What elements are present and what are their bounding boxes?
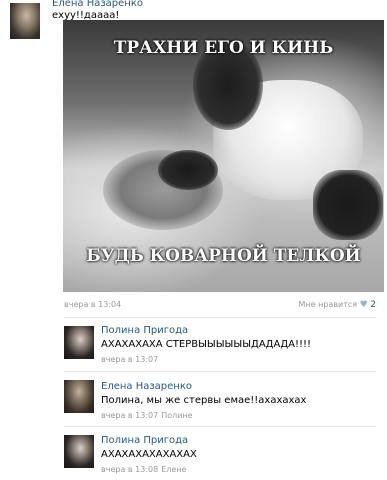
comment-date[interactable]: вчера в 13:07 — [101, 355, 158, 365]
like-button[interactable]: Мне нравится ♥ 2 — [299, 300, 377, 310]
comment-avatar[interactable] — [64, 435, 94, 468]
comment-date[interactable]: вчера в 13:08 Елене — [101, 465, 186, 475]
comment-date-text: вчера в 13:07 — [101, 355, 159, 364]
like-label: Мне нравится — [298, 300, 358, 309]
comment-avatar[interactable] — [64, 380, 94, 413]
comment-date-text: вчера в 13:08 — [101, 465, 159, 474]
image-caption-bottom: БУДЬ КОВАРНОЙ ТЕЛКОЙ — [86, 246, 361, 266]
post-footer: вчера в 13:04 Мне нравится ♥ 2 — [64, 300, 376, 312]
reply-to[interactable]: Полине — [161, 411, 192, 420]
comment-text: АХАХАХАХА СТЕРВЫЫЫЫЫЫДАДАДА!!!! — [101, 339, 312, 350]
comment-avatar[interactable] — [64, 326, 94, 359]
post-author-name[interactable]: Елена Назаренко — [52, 0, 143, 10]
post-date[interactable]: вчера в 13:04 — [64, 300, 121, 309]
heart-icon: ♥ — [359, 300, 368, 310]
reply-to[interactable]: Елене — [161, 465, 186, 474]
image-caption-top: ТРАХНИ ЕГО И КИНЬ — [113, 38, 334, 58]
comment-date[interactable]: вчера в 13:07 Полине — [101, 411, 193, 421]
comment-date-text: вчера в 13:07 — [101, 411, 159, 420]
post-image[interactable]: ТРАХНИ ЕГО И КИНЬ БУДЬ КОВАРНОЙ ТЕЛКОЙ — [63, 20, 384, 292]
divider — [64, 317, 376, 318]
divider — [64, 426, 376, 427]
comment-text: АХАХАХАХАХАХАХ — [101, 449, 197, 460]
comment-text: Полина, мы же стервы емае!!ахахахах — [101, 395, 307, 406]
divider — [64, 371, 376, 372]
comment-author[interactable]: Елена Назаренко — [101, 381, 192, 393]
comment-author[interactable]: Полина Пригода — [101, 435, 188, 447]
comment-author[interactable]: Полина Пригода — [101, 325, 188, 337]
like-count: 2 — [370, 300, 376, 310]
post-author-avatar[interactable] — [10, 3, 40, 39]
